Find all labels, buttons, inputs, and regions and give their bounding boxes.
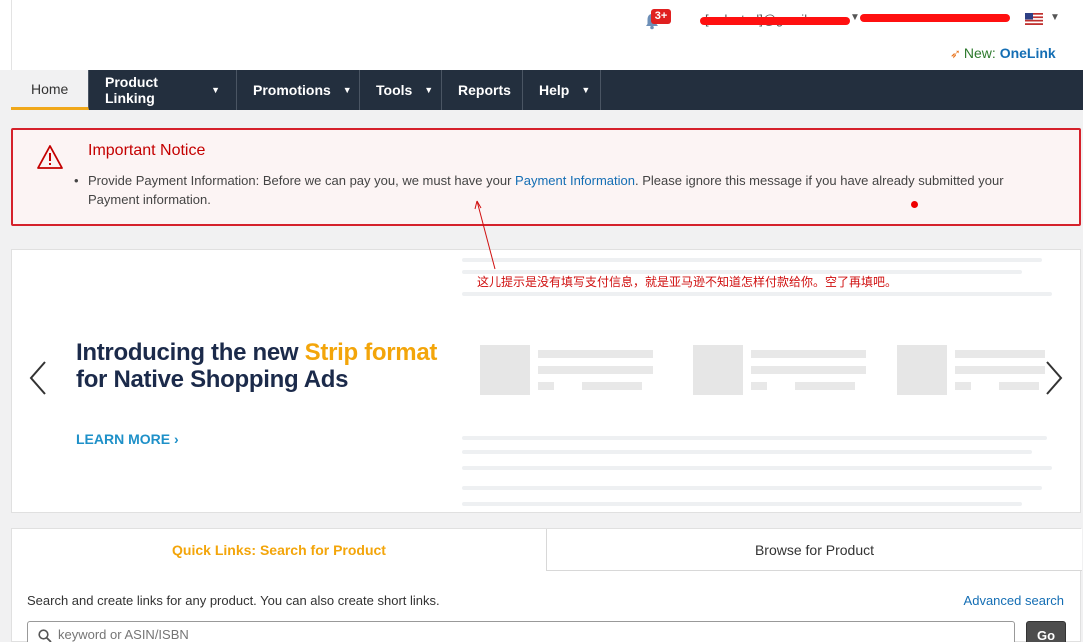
annotation-arrow [474, 200, 496, 270]
header-divider [11, 0, 12, 70]
onelink-link[interactable]: OneLink [1000, 45, 1056, 61]
rocket-icon: ➶ [950, 46, 961, 61]
carousel-next-icon[interactable] [1044, 360, 1064, 396]
bullet-icon: • [74, 173, 79, 188]
search-icon [38, 629, 52, 642]
chevron-down-icon: ▼ [342, 85, 352, 95]
decorative-line [462, 258, 1042, 262]
notice-body: • Provide Payment Information: Before we … [74, 171, 1048, 209]
nav-home[interactable]: Home [11, 70, 89, 110]
carousel-title: Introducing the new Strip format for Nat… [76, 339, 437, 393]
nav-reports[interactable]: Reports [442, 70, 523, 110]
decorative-line [462, 450, 1032, 454]
warning-icon [37, 145, 63, 169]
placeholder-bar [751, 366, 866, 374]
placeholder-bar [795, 382, 855, 390]
product-image-placeholder [897, 345, 947, 395]
notice-text-before: Provide Payment Information: Before we c… [88, 173, 516, 188]
placeholder-bar [955, 350, 1045, 358]
quick-links-panel: Quick Links: Search for Product Browse f… [11, 528, 1082, 642]
notice-title: Important Notice [88, 142, 206, 159]
advanced-search-link[interactable]: Advanced search [964, 593, 1064, 608]
nav-label: Tools [376, 82, 413, 98]
nav-help[interactable]: Help ▼ [523, 70, 601, 110]
nav-label: Product Linking [105, 74, 158, 106]
notification-badge[interactable]: 3+ [651, 9, 671, 24]
chevron-down-icon: ▼ [581, 85, 591, 95]
carousel-title-highlight: Strip format [304, 339, 438, 366]
quick-links-description: Search and create links for any product.… [27, 593, 440, 608]
learn-more-link[interactable]: LEARN MORE › [76, 431, 179, 447]
main-nav: Home Product Linking ▼ Promotions ▼ Tools ▼… [11, 70, 1083, 110]
product-image-placeholder [480, 345, 530, 395]
placeholder-bar [538, 350, 653, 358]
nav-promotions[interactable]: Promotions ▼ [237, 70, 360, 110]
important-notice: Important Notice • Provide Payment Inform… [11, 128, 1081, 226]
us-flag-icon[interactable] [1025, 13, 1043, 25]
nav-label: Help [539, 82, 570, 98]
placeholder-bar [538, 382, 554, 390]
tab-browse-for-product[interactable]: Browse for Product [546, 529, 1082, 571]
placeholder-bar [955, 382, 971, 390]
annotation-text: 这儿提示是没有填写支付信息，就是亚马逊不知道怎样付款给你。空了再填吧。 [477, 275, 898, 289]
carousel-prev-icon[interactable] [28, 360, 48, 396]
decorative-line [462, 436, 1047, 440]
onelink-promo[interactable]: ➶ New: OneLink [950, 45, 1056, 62]
chevron-down-icon[interactable]: ▼ [1050, 12, 1060, 23]
payment-information-link[interactable]: Payment Information [515, 173, 635, 188]
placeholder-bar [538, 366, 653, 374]
top-header: 3+ [redacted]@gmail.com ▼ ▼ ➶New: OneLin… [0, 0, 1083, 70]
tab-search-for-product[interactable]: Quick Links: Search for Product [12, 529, 546, 571]
go-button[interactable]: Go [1026, 621, 1066, 642]
decorative-line [462, 466, 1052, 470]
redaction-mark [700, 17, 850, 25]
carousel-title-part1: Introducing the new [76, 339, 305, 366]
nav-label: Home [31, 80, 69, 97]
nav-label: Promotions [253, 82, 331, 98]
nav-product-linking[interactable]: Product Linking ▼ [89, 70, 237, 110]
carousel-title-part2: for Native Shopping Ads [76, 366, 349, 393]
decorative-line [462, 502, 1022, 506]
placeholder-bar [751, 382, 767, 390]
chevron-down-icon: ▼ [211, 85, 220, 95]
nav-tools[interactable]: Tools ▼ [360, 70, 442, 110]
placeholder-bar [999, 382, 1039, 390]
decorative-line [462, 486, 1042, 490]
chevron-down-icon: ▼ [424, 85, 434, 95]
placeholder-bar [582, 382, 642, 390]
onelink-prefix: New: [963, 45, 996, 61]
chevron-down-icon[interactable]: ▼ [850, 12, 860, 23]
nav-label: Reports [458, 82, 511, 98]
product-search-field[interactable] [27, 621, 1015, 642]
redaction-mark [860, 14, 1010, 22]
annotation-dot [911, 201, 918, 208]
placeholder-bar [955, 366, 1045, 374]
product-image-placeholder [693, 345, 743, 395]
search-input[interactable] [58, 627, 998, 642]
decorative-line [462, 292, 1052, 296]
placeholder-bar [751, 350, 866, 358]
